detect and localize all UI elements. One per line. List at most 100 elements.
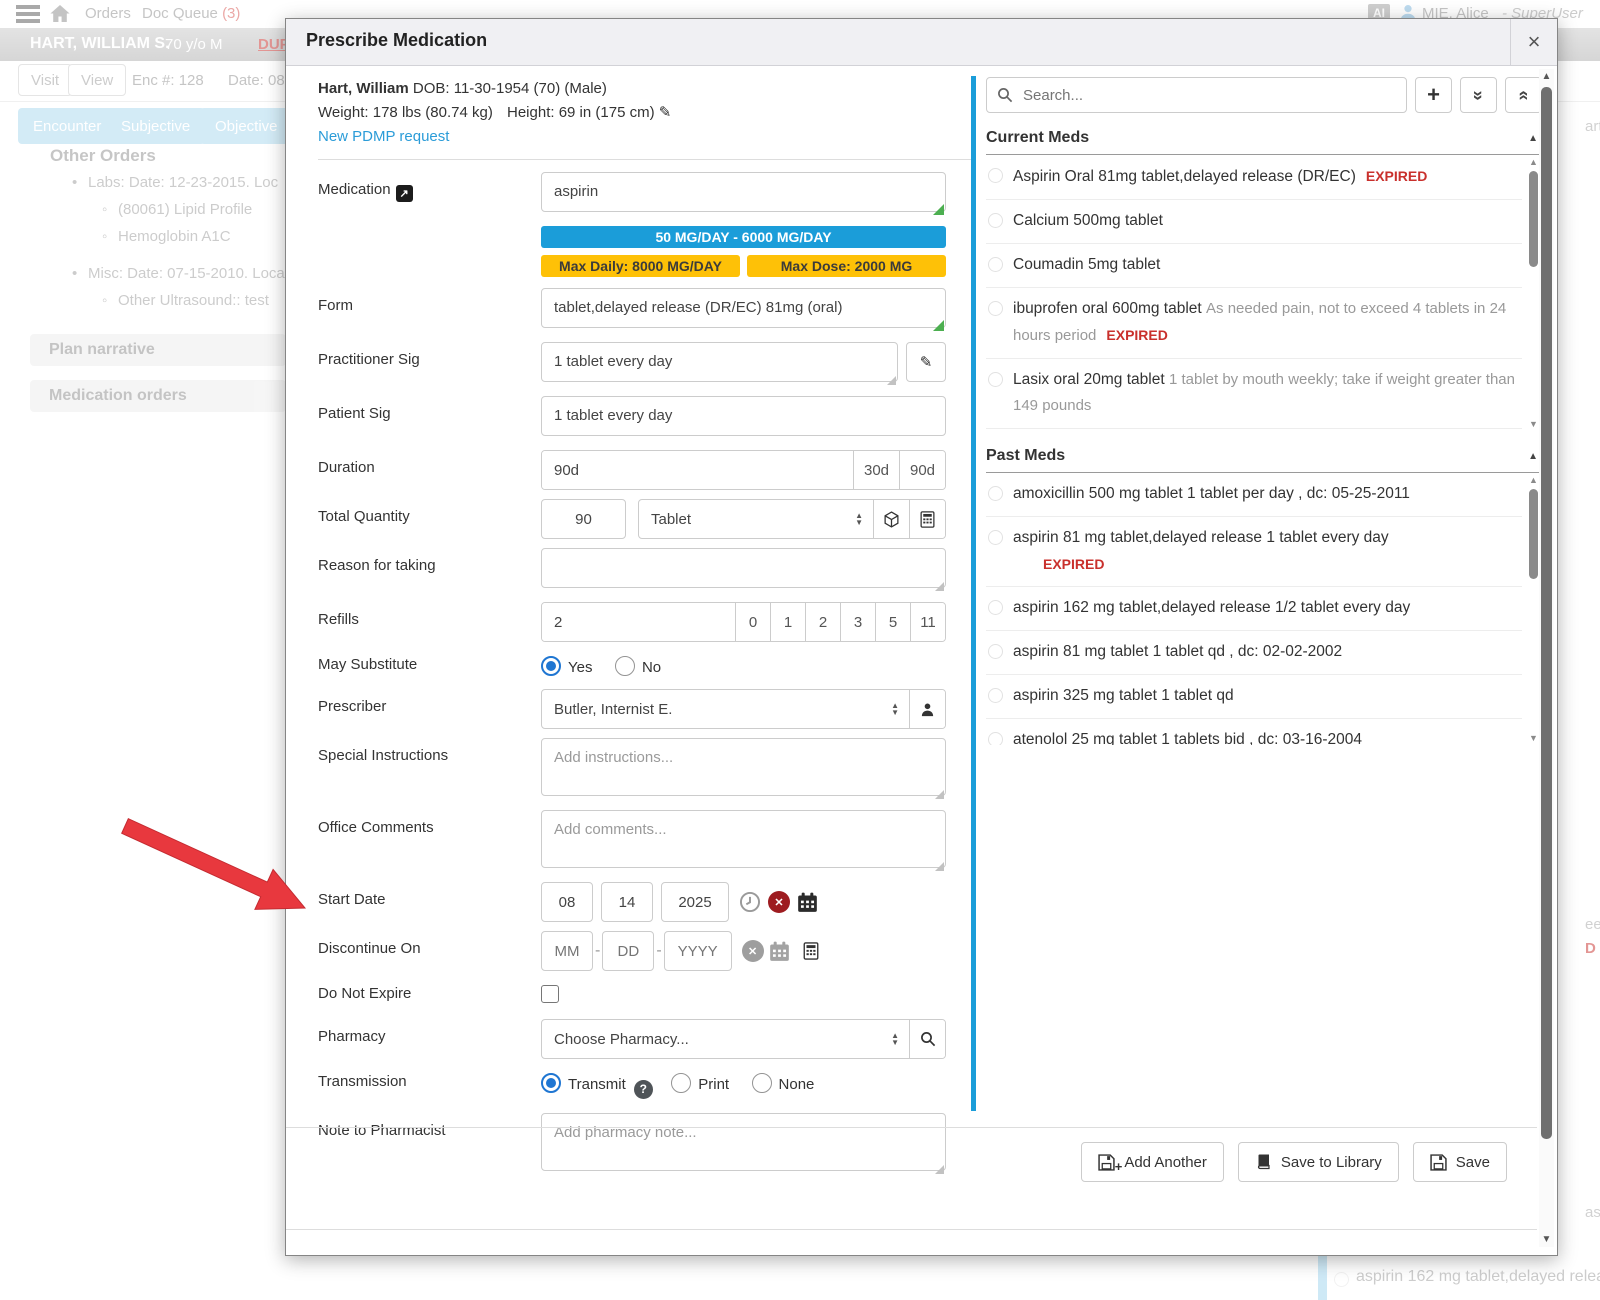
- med-list-item[interactable]: aspirin 162 mg tablet,delayed release 1/…: [986, 587, 1522, 631]
- discontinue-month-input[interactable]: [541, 931, 593, 971]
- scroll-down-icon[interactable]: ▼: [1539, 1234, 1554, 1245]
- office-comments-input[interactable]: [541, 810, 946, 868]
- med-list-item[interactable]: ibuprofen oral 600mg tablet As needed pa…: [986, 288, 1522, 359]
- refills-quick-3[interactable]: 3: [840, 603, 875, 641]
- do-not-expire-checkbox[interactable]: [541, 985, 559, 1003]
- refills-quick-1[interactable]: 1: [770, 603, 805, 641]
- clock-icon[interactable]: [739, 891, 761, 913]
- transmission-label: Transmission: [318, 1073, 541, 1099]
- dialog-title: Prescribe Medication: [306, 30, 487, 51]
- background-fragment: D: [1585, 940, 1596, 957]
- med-list-item[interactable]: Lisinopril 10mg tabletEXPIRED: [986, 429, 1522, 431]
- external-link-icon[interactable]: ↗: [396, 185, 413, 202]
- meds-search: [986, 77, 1407, 113]
- collapse-all-button[interactable]: »: [1460, 77, 1497, 113]
- divider: [318, 159, 971, 160]
- past-meds-header[interactable]: Past Meds ▲: [986, 440, 1542, 473]
- practitioner-sig-input[interactable]: 1 tablet every day: [541, 342, 898, 382]
- scroll-up-icon[interactable]: ▲: [1539, 71, 1554, 82]
- view-button[interactable]: View: [68, 64, 126, 96]
- med-list-item[interactable]: Coumadin 5mg tablet: [986, 244, 1522, 288]
- calendar-icon[interactable]: [769, 941, 790, 962]
- chevrons-up-icon: »: [1513, 90, 1534, 100]
- cube-icon: [883, 511, 900, 528]
- calendar-icon[interactable]: [797, 892, 818, 913]
- edit-sig-button[interactable]: ✎: [906, 342, 946, 382]
- discontinue-day-input[interactable]: [602, 931, 654, 971]
- discontinue-year-input[interactable]: [664, 931, 732, 971]
- edit-vitals-icon[interactable]: ✎: [659, 104, 672, 121]
- prescriber-lookup-button[interactable]: [909, 690, 945, 728]
- medication-input[interactable]: aspirin: [541, 172, 946, 212]
- total-quantity-input[interactable]: [541, 499, 626, 539]
- medication-orders-section[interactable]: Medication orders: [30, 380, 286, 412]
- none-radio[interactable]: [752, 1073, 772, 1093]
- plus-icon: +: [1427, 84, 1440, 106]
- meds-search-input[interactable]: [1021, 86, 1396, 105]
- clear-discontinue-date-icon[interactable]: ✕: [742, 940, 764, 962]
- med-list-item[interactable]: atenolol 25 mg tablet 1 tablets bid , dc…: [986, 719, 1522, 745]
- home-icon[interactable]: [50, 5, 70, 22]
- background-fragment: as: [1585, 1204, 1600, 1221]
- discontinue-on-label: Discontinue On: [318, 931, 541, 971]
- pharmacy-select[interactable]: Choose Pharmacy... ▲▼: [542, 1020, 909, 1058]
- menu-icon[interactable]: [16, 5, 40, 9]
- dispense-package-button[interactable]: [873, 500, 909, 538]
- save-to-library-button[interactable]: Save to Library: [1238, 1142, 1399, 1182]
- visit-button[interactable]: Visit: [18, 64, 72, 96]
- start-year-input[interactable]: [661, 882, 729, 922]
- scrollbar-thumb[interactable]: [1541, 87, 1552, 1139]
- start-month-input[interactable]: [541, 882, 593, 922]
- duration-quick-30d[interactable]: 30d: [853, 451, 899, 489]
- med-list-item[interactable]: Calcium 500mg tablet: [986, 200, 1522, 244]
- tab-subjective[interactable]: Subjective: [106, 108, 205, 144]
- patient-sig-input[interactable]: 1 tablet every day: [541, 396, 946, 436]
- current-meds-header[interactable]: Current Meds ▲: [986, 122, 1542, 155]
- refills-quick-5[interactable]: 5: [875, 603, 910, 641]
- med-list-item[interactable]: aspirin 81 mg tablet,delayed release 1 t…: [986, 517, 1522, 587]
- med-list-item[interactable]: amoxicillin 500 mg tablet 1 tablet per d…: [986, 473, 1522, 517]
- refills-input[interactable]: [542, 603, 735, 641]
- med-list-item[interactable]: Aspirin Oral 81mg tablet,delayed release…: [986, 155, 1522, 200]
- refills-quick-0[interactable]: 0: [735, 603, 770, 641]
- quantity-calculator-button[interactable]: [909, 500, 945, 538]
- duration-calculator-icon[interactable]: [803, 942, 819, 960]
- clear-start-date-icon[interactable]: ✕: [768, 891, 790, 913]
- med-list-item[interactable]: aspirin 325 mg tablet 1 tablet qd: [986, 675, 1522, 719]
- print-radio[interactable]: [671, 1073, 691, 1093]
- scrollbar-thumb[interactable]: [1529, 489, 1538, 579]
- save-button[interactable]: Save: [1413, 1142, 1507, 1182]
- tab-encounter[interactable]: Encounter: [18, 108, 116, 144]
- start-day-input[interactable]: [601, 882, 653, 922]
- refills-quick-11[interactable]: 11: [910, 603, 945, 641]
- dialog-scrollbar[interactable]: ▲ ▼: [1539, 69, 1554, 1247]
- new-pdmp-request-link[interactable]: New PDMP request: [318, 125, 449, 149]
- expand-all-button[interactable]: »: [1505, 77, 1542, 113]
- substitute-yes-radio[interactable]: [541, 656, 561, 676]
- misc-order-line: •Misc: Date: 07-15-2010. Loca: [72, 265, 285, 282]
- nav-doc-queue[interactable]: Doc Queue (3): [142, 5, 240, 22]
- transmit-radio[interactable]: [541, 1073, 561, 1093]
- special-instructions-input[interactable]: [541, 738, 946, 796]
- reason-input[interactable]: [541, 548, 946, 588]
- add-med-button[interactable]: +: [1415, 77, 1452, 113]
- select-arrows-icon: ▲▼: [891, 702, 899, 716]
- close-icon[interactable]: ×: [1510, 19, 1557, 65]
- quantity-unit-select[interactable]: Tablet ▲▼: [639, 500, 873, 538]
- refills-quick-2[interactable]: 2: [805, 603, 840, 641]
- pharmacy-search-button[interactable]: [909, 1020, 945, 1058]
- prescriber-select[interactable]: Butler, Internist E. ▲▼: [542, 690, 909, 728]
- plan-narrative-section[interactable]: Plan narrative: [30, 334, 286, 366]
- form-input[interactable]: tablet,delayed release (DR/EC) 81mg (ora…: [541, 288, 946, 328]
- duration-quick-90d[interactable]: 90d: [899, 451, 945, 489]
- add-another-button[interactable]: + Add Another: [1081, 1142, 1224, 1182]
- scrollbar-thumb[interactable]: [1529, 171, 1538, 267]
- divider: [286, 1229, 1537, 1230]
- med-list-item[interactable]: Lasix oral 20mg tablet 1 tablet by mouth…: [986, 359, 1522, 429]
- med-list-item[interactable]: aspirin 81 mg tablet 1 tablet qd , dc: 0…: [986, 631, 1522, 675]
- nav-orders[interactable]: Orders: [85, 5, 131, 22]
- substitute-no-radio[interactable]: [615, 656, 635, 676]
- tab-objective[interactable]: Objective: [200, 108, 293, 144]
- duration-input[interactable]: [542, 451, 853, 489]
- help-icon[interactable]: ?: [634, 1080, 653, 1099]
